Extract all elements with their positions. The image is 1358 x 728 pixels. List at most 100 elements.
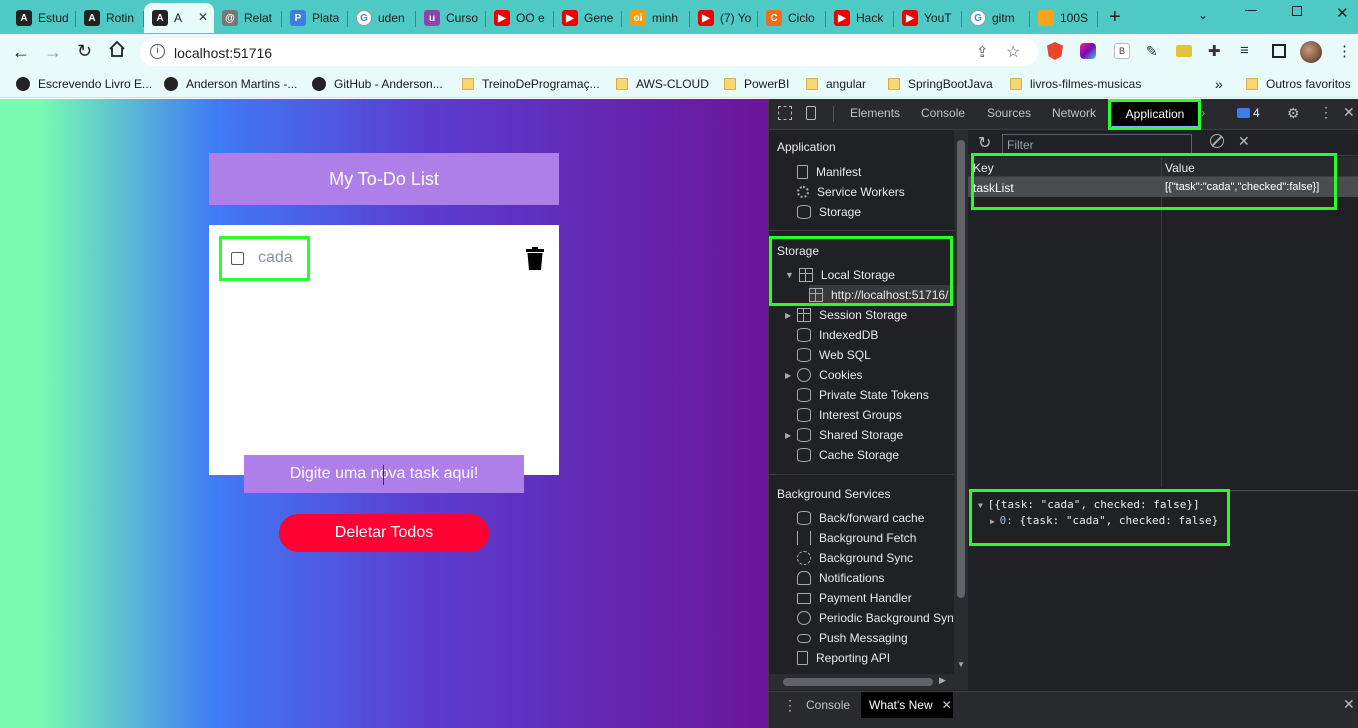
browser-tab[interactable]: u Curso — [416, 3, 486, 33]
sidebar-item[interactable]: Notifications — [797, 568, 884, 588]
bookmark-item[interactable]: GitHub - Anderson... — [312, 75, 443, 93]
other-bookmarks-folder[interactable]: Outros favoritos — [1246, 75, 1351, 93]
sidebar-scrollbar[interactable]: ▼ — [954, 130, 968, 690]
devtools-tab-elements[interactable]: Elements — [850, 106, 900, 120]
bookmark-item[interactable]: Anderson Martins -... — [164, 75, 297, 93]
browser-tab[interactable]: Ggitm — [962, 3, 1030, 33]
sidebar-item[interactable]: ▶ Cookies — [785, 365, 863, 385]
devtools-tab-application[interactable]: Application — [1112, 102, 1198, 128]
more-tabs-chevron-icon[interactable]: › — [1201, 105, 1205, 120]
sidebar-item[interactable]: Storage — [797, 202, 861, 222]
bookmarks-overflow-button[interactable]: » — [1215, 75, 1223, 93]
side-panel-icon[interactable] — [1272, 44, 1286, 58]
sidebar-item[interactable]: Private State Tokens — [797, 385, 929, 405]
preview-line-root[interactable]: ▼ [{task: "cada", checked: false}] — [978, 498, 1218, 511]
sidebar-item-local-storage-origin[interactable]: http://localhost:51716/ — [809, 285, 954, 305]
extension-gradient-icon[interactable] — [1080, 43, 1096, 59]
task-checkbox[interactable] — [231, 251, 244, 265]
sidebar-item[interactable]: Web SQL — [797, 345, 871, 365]
browser-tab[interactable]: A Estud — [8, 3, 76, 33]
sidebar-item[interactable]: ▶ Shared Storage — [785, 425, 903, 445]
sidebar-item[interactable]: Reporting API — [797, 648, 890, 668]
sidebar-item[interactable]: Payment Handler — [797, 588, 912, 608]
sidebar-item[interactable]: IndexedDB — [797, 325, 878, 345]
tab-search-chevron-icon[interactable]: ⌄ — [1198, 8, 1208, 22]
sidebar-item-local-storage[interactable]: ▼ Local Storage — [785, 265, 895, 285]
close-tab-icon[interactable]: ✕ — [198, 10, 208, 24]
sidebar-item[interactable]: ▶ Session Storage — [785, 305, 907, 325]
back-arrow-icon[interactable]: ← — [12, 42, 30, 63]
browser-tab[interactable]: C Ciclo — [758, 3, 826, 33]
url-text[interactable]: localhost:51716 — [174, 45, 272, 61]
reload-icon[interactable]: ↻ — [77, 41, 92, 62]
column-header-key[interactable]: Key — [973, 161, 994, 175]
scrollbar-thumb[interactable] — [783, 678, 933, 686]
browser-tab[interactable]: ▶ Hack — [826, 3, 894, 33]
browser-tab[interactable]: oi minh — [622, 3, 690, 33]
site-info-icon[interactable]: i — [150, 44, 165, 59]
browser-tab[interactable]: A A ✕ — [144, 3, 214, 33]
scroll-down-arrow-icon[interactable]: ▼ — [957, 660, 965, 669]
close-window-icon[interactable]: ✕ — [1336, 4, 1349, 22]
devtools-tab-network[interactable]: Network — [1052, 106, 1096, 120]
sidebar-item[interactable]: Service Workers — [797, 182, 905, 202]
bookmark-item[interactable]: Escrevendo Livro E... — [16, 75, 152, 93]
sidebar-item[interactable]: Push Messaging — [797, 628, 908, 648]
brave-extension-icon[interactable] — [1047, 42, 1063, 60]
browser-tab[interactable]: ▶ (7) Yo — [690, 3, 758, 33]
filter-input[interactable]: Filter — [1002, 134, 1192, 154]
sidebar-item[interactable]: Interest Groups — [797, 405, 902, 425]
scrollbar-thumb[interactable] — [957, 140, 965, 598]
scroll-right-arrow-icon[interactable]: ▶ — [939, 675, 946, 686]
column-header-value[interactable]: Value — [1165, 161, 1195, 175]
new-task-input[interactable]: Digite uma nova task aqui! — [244, 455, 524, 493]
close-tab-icon[interactable]: ✕ — [942, 698, 952, 712]
device-toolbar-icon[interactable] — [806, 106, 816, 120]
browser-tab[interactable]: 100S — [1030, 3, 1098, 33]
browser-tab[interactable]: A Rotin — [76, 3, 144, 33]
inspect-element-icon[interactable] — [778, 106, 792, 120]
bookmark-item[interactable]: PowerBI — [724, 75, 789, 93]
share-icon[interactable]: ⇪ — [976, 43, 989, 61]
media-queue-icon[interactable]: ≡ — [1240, 42, 1249, 59]
browser-menu-icon[interactable]: ⋮ — [1337, 42, 1352, 60]
minimize-icon[interactable] — [1245, 10, 1257, 11]
bookmark-star-icon[interactable]: ☆ — [1006, 42, 1020, 62]
trash-icon[interactable] — [525, 247, 545, 271]
bookmark-item[interactable]: AWS-CLOUD — [616, 75, 709, 93]
preview-line-item[interactable]: ▶ 0: {task: "cada", checked: false} — [990, 514, 1218, 527]
home-icon[interactable] — [108, 40, 126, 58]
settings-gear-icon[interactable]: ⚙ — [1287, 105, 1300, 122]
issues-counter[interactable]: 4 — [1237, 106, 1260, 120]
browser-tab[interactable]: ▶ YouT — [894, 3, 962, 33]
bookmark-item[interactable]: livros-filmes-musicas — [1010, 75, 1141, 93]
forward-arrow-icon[interactable]: → — [44, 42, 62, 63]
sidebar-item[interactable]: Cache Storage — [797, 445, 899, 465]
browser-tab[interactable]: @ Relat — [214, 3, 282, 33]
delete-selected-icon[interactable]: ✕ — [1238, 133, 1250, 150]
close-drawer-icon[interactable]: ✕ — [1343, 696, 1355, 713]
eyedropper-extension-icon[interactable]: ✎ — [1146, 43, 1158, 60]
browser-tab[interactable]: ▶ OO e — [486, 3, 554, 33]
devtools-menu-icon[interactable]: ⋮ — [1319, 104, 1333, 121]
profile-avatar[interactable] — [1300, 41, 1322, 63]
bookmark-item[interactable]: angular — [806, 75, 866, 93]
devtools-tab-sources[interactable]: Sources — [987, 106, 1031, 120]
sidebar-item[interactable]: Periodic Background Sync — [797, 608, 960, 628]
sidebar-horizontal-scrollbar[interactable]: ▶ — [769, 674, 954, 690]
bookmark-item[interactable]: TreinoDeProgramaç... — [462, 75, 600, 93]
table-row[interactable]: taskList [{"task":"cada","checked":false… — [968, 177, 1358, 197]
sidebar-item[interactable]: Background Sync — [797, 548, 913, 568]
sidebar-item[interactable]: Background Fetch — [797, 528, 916, 548]
restore-icon[interactable] — [1292, 6, 1302, 16]
address-bar[interactable]: i localhost:51716 ⇪ ☆ — [140, 38, 1038, 66]
folder-extension-icon[interactable] — [1176, 45, 1192, 57]
new-tab-button[interactable]: + — [1109, 6, 1121, 29]
bookmark-item[interactable]: SpringBootJava — [888, 75, 993, 93]
drawer-menu-icon[interactable]: ⋮ — [783, 697, 797, 714]
drawer-tab-whats-new[interactable]: What's New ✕ — [861, 692, 953, 718]
extension-b-icon[interactable]: B — [1114, 43, 1130, 59]
sidebar-item[interactable]: Back/forward cache — [797, 508, 924, 528]
close-devtools-icon[interactable]: ✕ — [1343, 104, 1355, 121]
browser-tab[interactable]: ▶ Gene — [554, 3, 622, 33]
